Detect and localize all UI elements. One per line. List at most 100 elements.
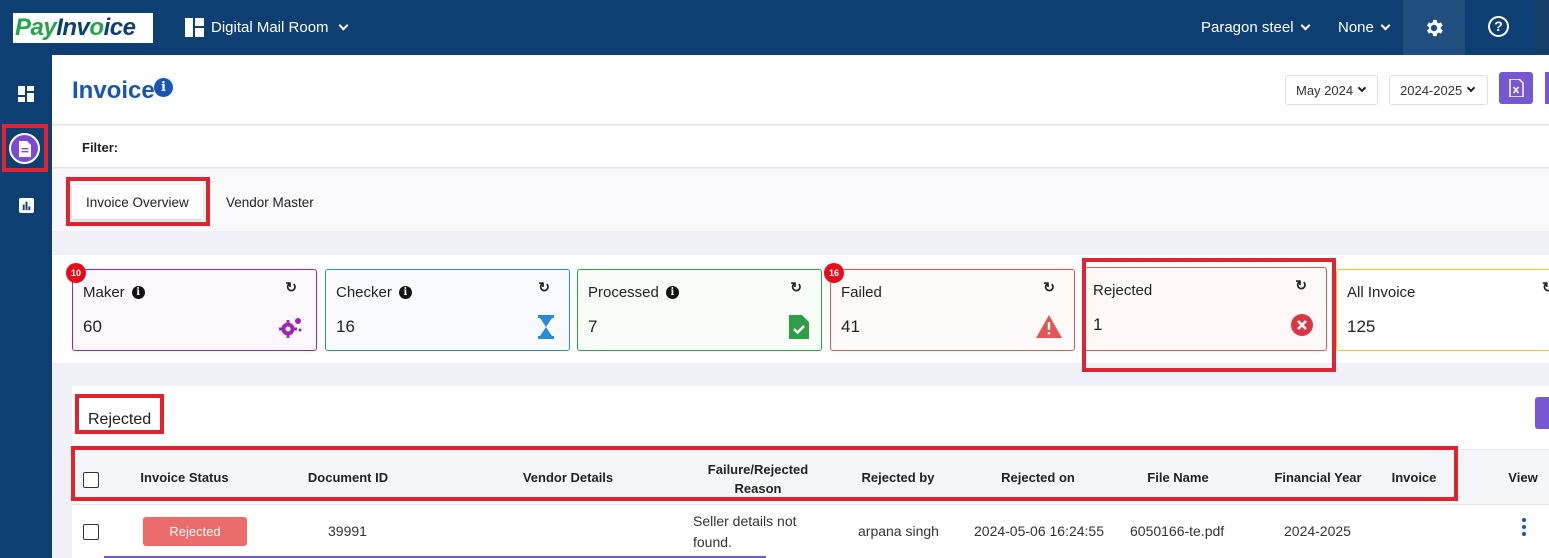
- card-maker-label: Maker i: [83, 284, 145, 301]
- info-icon[interactable]: i: [154, 78, 173, 97]
- col-view: View: [1508, 470, 1538, 485]
- card-failed-value: 41: [841, 317, 860, 336]
- card-processed-value: 7: [588, 317, 598, 336]
- settings-button[interactable]: [1403, 0, 1465, 55]
- sidebar-item-invoice[interactable]: [9, 133, 40, 164]
- gears-icon: [278, 315, 304, 344]
- sidebar-item-dashboard[interactable]: [0, 86, 52, 102]
- col-document-id[interactable]: Document ID: [297, 470, 399, 485]
- info-icon[interactable]: i: [398, 286, 412, 299]
- organization-label: Paragon steel: [1201, 19, 1294, 36]
- col-file-name[interactable]: File Name: [1128, 470, 1228, 485]
- export-excel-button[interactable]: [1499, 72, 1533, 104]
- kebab-icon[interactable]: [1522, 518, 1526, 539]
- cell-rejected-on: 2024-05-06 16:24:55: [974, 523, 1104, 539]
- card-maker[interactable]: Maker i 60 ↻: [72, 269, 317, 351]
- search-button[interactable]: [1535, 397, 1549, 429]
- card-processed-label: Processed i: [588, 284, 679, 301]
- card-maker-value: 60: [83, 317, 102, 336]
- organization-dropdown[interactable]: Paragon steel: [1201, 19, 1311, 36]
- chart-icon: [18, 198, 34, 213]
- refresh-icon[interactable]: ↻: [1542, 279, 1549, 296]
- refresh-icon[interactable]: ↻: [1043, 279, 1055, 296]
- col-failure-reason-line1: Failure/Rejected: [707, 462, 809, 477]
- chevron-down-icon: [338, 20, 348, 31]
- col-rejected-on[interactable]: Rejected on: [988, 470, 1088, 485]
- gear-icon: [1427, 19, 1443, 36]
- card-failed[interactable]: Failed 41 ↻: [830, 269, 1075, 351]
- card-all-invoice-value: 125: [1347, 317, 1376, 336]
- card-rejected-label: Rejected: [1093, 282, 1153, 299]
- month-select[interactable]: May 2024: [1285, 75, 1378, 105]
- cell-document-id: 39991: [328, 523, 367, 539]
- year-value: 2024-2025: [1400, 82, 1463, 98]
- card-rejected-value: 1: [1093, 315, 1103, 334]
- hourglass-icon: [535, 315, 557, 344]
- selector-label: None: [1338, 19, 1374, 36]
- cell-file-name[interactable]: 6050166-te.pdf: [1130, 523, 1224, 539]
- app-logo[interactable]: PayInvoice: [13, 13, 153, 43]
- close-circle-icon: [1290, 313, 1314, 342]
- year-select[interactable]: 2024-2025: [1389, 75, 1488, 105]
- page-header: Invoice i May 2024 2024-2025: [52, 55, 1549, 125]
- col-rejected-by[interactable]: Rejected by: [848, 470, 948, 485]
- cell-financial-year: 2024-2025: [1284, 523, 1351, 539]
- selector-dropdown[interactable]: None: [1338, 19, 1391, 36]
- sidebar: [0, 55, 52, 558]
- module-switcher[interactable]: Digital Mail Room: [185, 18, 348, 37]
- chevron-down-icon: [1380, 20, 1391, 31]
- card-maker-badge: 10: [66, 263, 86, 283]
- cell-failure-reason-line1: Seller details not: [693, 513, 797, 529]
- module-grid-icon: [185, 18, 204, 37]
- row-checkbox[interactable]: [83, 524, 99, 540]
- cell-failure-reason-line2: found.: [693, 534, 732, 550]
- col-failure-reason[interactable]: Failure/Rejected Reason: [692, 460, 824, 498]
- rejected-table-panel: Rejected Invoice Status Document ID Vend…: [72, 386, 1549, 558]
- refresh-icon[interactable]: ↻: [538, 279, 550, 296]
- filter-label: Filter:: [82, 140, 119, 155]
- chevron-down-icon: [1300, 20, 1311, 31]
- col-vendor-details[interactable]: Vendor Details: [512, 470, 624, 485]
- info-icon[interactable]: i: [665, 286, 679, 299]
- filter-bar: Filter:: [52, 126, 1549, 168]
- sidebar-item-reports[interactable]: [0, 198, 52, 213]
- dashboard-icon: [18, 86, 34, 102]
- topbar-edge: [1534, 0, 1549, 55]
- table-row[interactable]: Rejected 39991 Seller details not found.…: [72, 505, 1549, 558]
- tab-bar: Invoice Overview Vendor Master: [52, 169, 1549, 231]
- card-checker-value: 16: [336, 317, 355, 336]
- tab-vendor-master[interactable]: Vendor Master: [212, 185, 328, 219]
- help-icon[interactable]: ?: [1488, 16, 1509, 37]
- col-invoice[interactable]: Invoice: [1384, 470, 1444, 485]
- col-failure-reason-line2: Reason: [734, 481, 782, 496]
- info-icon[interactable]: i: [131, 286, 145, 299]
- card-checker[interactable]: Checker i 16 ↻: [325, 269, 570, 351]
- card-failed-label: Failed: [841, 284, 882, 301]
- extra-action-button[interactable]: [1545, 72, 1549, 104]
- table-header: Invoice Status Document ID Vendor Detail…: [72, 449, 1549, 505]
- tab-invoice-overview[interactable]: Invoice Overview: [72, 185, 203, 219]
- card-all-invoice-label: All Invoice: [1347, 284, 1416, 301]
- card-processed[interactable]: Processed i 7 ↻: [577, 269, 822, 351]
- chevron-down-icon: [1357, 83, 1367, 93]
- chevron-down-icon: [1466, 83, 1476, 93]
- top-bar: PayInvoice Digital Mail Room Paragon ste…: [0, 0, 1549, 55]
- file-check-icon: [789, 315, 809, 344]
- card-failed-badge: 16: [824, 263, 844, 283]
- col-invoice-status[interactable]: Invoice Status: [132, 470, 237, 485]
- refresh-icon[interactable]: ↻: [1295, 277, 1307, 294]
- page-title: Invoice: [72, 77, 155, 104]
- cell-rejected-by: arpana singh: [858, 523, 939, 539]
- document-icon: [18, 140, 31, 157]
- refresh-icon[interactable]: ↻: [285, 279, 297, 296]
- card-rejected[interactable]: Rejected 1 ↻: [1084, 267, 1327, 351]
- col-financial-year[interactable]: Financial Year: [1268, 470, 1368, 485]
- refresh-icon[interactable]: ↻: [790, 279, 802, 296]
- status-cards: Maker i 60 ↻ 10 Checker i 16 ↻ Processed i …: [52, 255, 1549, 363]
- select-all-checkbox[interactable]: [83, 472, 99, 488]
- month-value: May 2024: [1296, 82, 1354, 98]
- status-badge: Rejected: [143, 517, 247, 546]
- excel-icon: [1508, 79, 1524, 97]
- card-checker-label: Checker i: [336, 284, 412, 301]
- card-all-invoice[interactable]: All Invoice 125 ↻: [1336, 269, 1549, 351]
